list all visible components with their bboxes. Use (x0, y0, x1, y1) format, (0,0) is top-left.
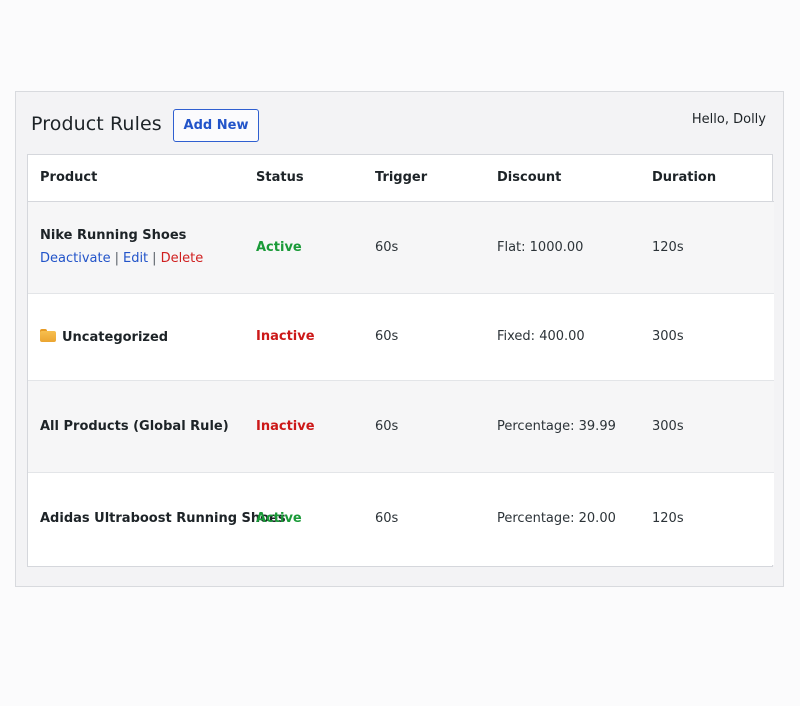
trigger-cell: 60s (375, 329, 399, 344)
page-header: Product Rules Add New Hello, Dolly (16, 92, 783, 154)
product-name: Nike Running Shoes (40, 228, 187, 243)
product-cell: Adidas Ultraboost Running Shoes (28, 472, 286, 565)
status-cell: Inactive (256, 380, 375, 472)
discount-cell: Percentage: 20.00 (497, 511, 616, 527)
table-header-row: Product Status Trigger Discount Duration (28, 155, 774, 202)
add-new-button[interactable]: Add New (173, 109, 259, 142)
rules-table: Product Status Trigger Discount Duration… (27, 154, 774, 567)
user-greeting: Hello, Dolly (691, 112, 766, 127)
page-title: Product Rules (31, 113, 162, 135)
discount-cell: Percentage: 39.99 (497, 418, 616, 434)
column-header-trigger: Trigger (375, 155, 497, 202)
duration-cell: 120s (652, 511, 684, 527)
row-actions: Deactivate | Edit | Delete (40, 251, 256, 266)
duration-cell: 300s (652, 418, 684, 434)
status-badge: Active (256, 239, 302, 255)
column-header-duration: Duration (652, 155, 774, 202)
status-cell: Inactive (256, 293, 375, 380)
action-separator: | (152, 251, 157, 266)
folder-icon (40, 328, 56, 342)
action-separator: | (114, 251, 119, 266)
column-header-product: Product (28, 155, 256, 202)
column-header-status: Status (256, 155, 375, 202)
status-cell: Active (256, 472, 375, 565)
delete-link[interactable]: Delete (161, 251, 204, 266)
product-cell: All Products (Global Rule) (28, 380, 256, 472)
trigger-cell: 60s (375, 418, 399, 434)
product-cell: Uncategorized (28, 293, 256, 380)
status-badge: Inactive (256, 329, 315, 344)
discount-cell: Fixed: 400.00 (497, 329, 585, 344)
edit-link[interactable]: Edit (123, 251, 148, 266)
duration-cell: 120s (652, 239, 684, 255)
table-row: Uncategorized Inactive 60s Fixed: 400.00… (28, 293, 774, 380)
product-name: Uncategorized (40, 328, 169, 345)
status-badge: Active (256, 511, 302, 527)
column-header-discount: Discount (497, 155, 652, 202)
product-name: Adidas Ultraboost Running Shoes (40, 511, 286, 527)
trigger-cell: 60s (375, 511, 399, 527)
status-badge: Inactive (256, 418, 315, 434)
trigger-cell: 60s (375, 239, 399, 255)
table-row: Adidas Ultraboost Running Shoes Active 6… (28, 472, 774, 565)
duration-cell: 300s (652, 329, 684, 344)
product-rules-panel: Product Rules Add New Hello, Dolly Produ… (15, 91, 784, 587)
product-cell: Nike Running Shoes Deactivate | Edit | Delet… (28, 201, 256, 293)
discount-cell: Flat: 1000.00 (497, 239, 584, 255)
table-row: Nike Running Shoes Deactivate | Edit | Delet… (28, 201, 774, 293)
product-name: All Products (Global Rule) (40, 418, 229, 434)
table-row: All Products (Global Rule) Inactive 60s … (28, 380, 774, 472)
deactivate-link[interactable]: Deactivate (40, 251, 111, 266)
status-cell: Active (256, 201, 375, 293)
product-name-text: Uncategorized (62, 329, 169, 345)
